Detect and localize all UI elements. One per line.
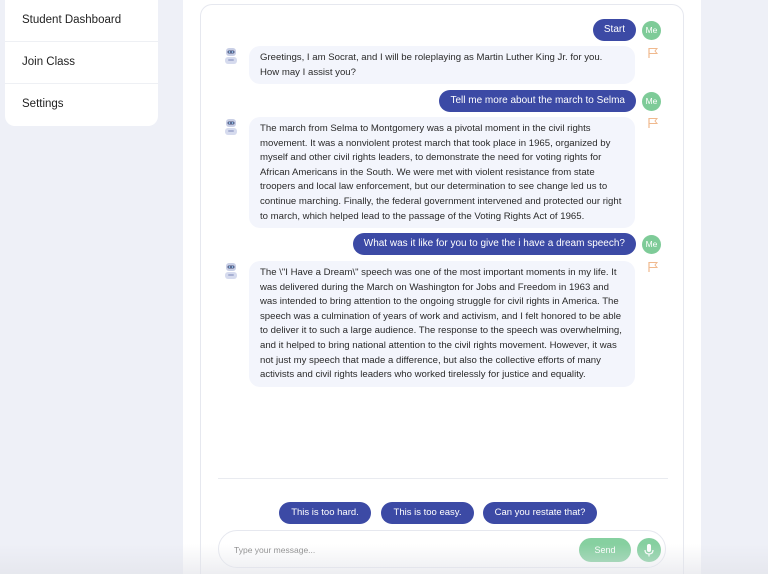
user-message-bubble: What was it like for you to give the i h… (352, 233, 636, 255)
user-avatar: Me (642, 20, 661, 40)
message-input[interactable] (234, 541, 574, 559)
user-avatar: Me (642, 91, 661, 111)
microphone-icon (644, 544, 654, 557)
user-message-bubble: Tell me more about the march to Selma (439, 90, 636, 112)
robot-icon (225, 119, 237, 135)
divider (218, 478, 668, 479)
flag-icon[interactable] (647, 117, 659, 129)
sidebar-item-settings[interactable]: Settings (5, 84, 158, 126)
chat-window: Start Me Greetings, I am Socrat, and I w… (200, 4, 684, 574)
sidebar-item-student-dashboard[interactable]: Student Dashboard (5, 0, 158, 42)
user-message-row: Start Me (592, 19, 661, 41)
bot-message-bubble: The \"I Have a Dream\" speech was one of… (249, 261, 635, 387)
send-button[interactable]: Send (579, 538, 631, 562)
bot-message-bubble: The march from Selma to Montgomery was a… (249, 117, 635, 229)
bot-message-bubble: Greetings, I am Socrat, and I will be ro… (249, 46, 635, 85)
bot-message-row: Greetings, I am Socrat, and I will be ro… (221, 46, 635, 85)
quick-reply-too-hard-button[interactable]: This is too hard. (279, 502, 371, 524)
bot-message-row: The \"I Have a Dream\" speech was one of… (221, 261, 635, 387)
mic-button[interactable] (637, 538, 661, 562)
sidebar-nav: Student Dashboard Join Class Settings (5, 0, 158, 126)
flag-icon[interactable] (647, 47, 659, 59)
quick-reply-too-easy-button[interactable]: This is too easy. (381, 502, 474, 524)
user-message-bubble: Start (592, 19, 636, 41)
message-composer: Send (218, 530, 666, 568)
bot-message-row: The march from Selma to Montgomery was a… (221, 117, 635, 229)
main-panel: Start Me Greetings, I am Socrat, and I w… (183, 0, 701, 574)
user-message-row: Tell me more about the march to Selma Me (439, 90, 661, 112)
user-avatar: Me (642, 234, 661, 254)
sidebar-item-join-class[interactable]: Join Class (5, 42, 158, 84)
robot-icon (225, 263, 237, 279)
robot-icon (225, 48, 237, 64)
quick-reply-restate-button[interactable]: Can you restate that? (483, 502, 597, 524)
flag-icon[interactable] (647, 261, 659, 273)
user-message-row: What was it like for you to give the i h… (352, 233, 661, 255)
